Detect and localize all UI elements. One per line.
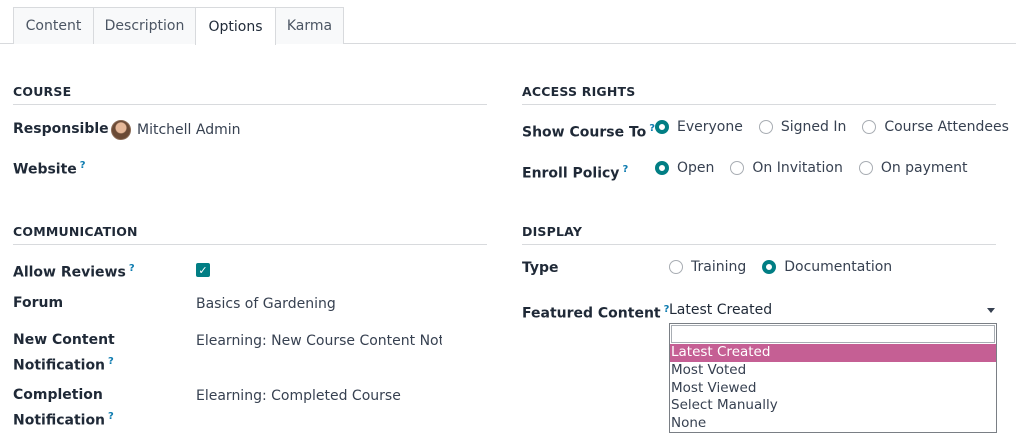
radio-checked-icon [762, 260, 777, 274]
featured-content-dropdown: Latest Created Most Voted Most Viewed Se… [669, 323, 997, 433]
help-icon[interactable]: ? [80, 160, 86, 171]
tab-options[interactable]: Options [195, 7, 276, 45]
radio-on-payment[interactable]: On payment [858, 160, 968, 176]
tab-content-label: Content [25, 18, 82, 34]
allow-reviews-checkbox[interactable]: ✓ [196, 263, 210, 277]
radio-everyone[interactable]: Everyone [655, 119, 743, 135]
enroll-policy-label: Enroll Policy? [522, 164, 629, 182]
help-icon[interactable]: ? [622, 164, 628, 175]
section-access-rights-title: ACCESS RIGHTS [522, 84, 996, 105]
option-latest-created[interactable]: Latest Created [670, 344, 996, 362]
option-select-manually[interactable]: Select Manually [670, 397, 996, 415]
responsible-value[interactable]: Mitchell Admin [137, 120, 241, 140]
forum-label: Forum [13, 295, 64, 311]
avatar [111, 120, 131, 140]
tab-karma[interactable]: Karma [275, 7, 344, 44]
forum-value[interactable]: Basics of Gardening [196, 294, 446, 314]
website-label: Website? [13, 160, 86, 178]
type-label: Type [522, 260, 559, 276]
option-none[interactable]: None [670, 415, 996, 433]
help-icon[interactable]: ? [129, 263, 135, 274]
featured-content-value: Latest Created [669, 302, 773, 318]
completion-notification-value[interactable]: Elearning: Completed Course [196, 386, 446, 406]
radio-unchecked-icon [669, 260, 683, 274]
tab-karma-label: Karma [286, 18, 333, 34]
radio-documentation[interactable]: Documentation [762, 259, 892, 275]
radio-signed-in[interactable]: Signed In [758, 119, 847, 135]
completion-notification-label: Completion Notification? [13, 387, 114, 429]
tab-description[interactable]: Description [93, 7, 196, 44]
radio-label: On Invitation [752, 160, 843, 176]
dropdown-search-input[interactable] [671, 325, 995, 343]
allow-reviews-label: Allow Reviews? [13, 263, 135, 281]
responsible-label: Responsible [13, 121, 109, 137]
radio-training[interactable]: Training [669, 259, 746, 275]
section-communication-title: COMMUNICATION [13, 224, 487, 245]
radio-unchecked-icon [758, 120, 773, 134]
option-most-viewed[interactable]: Most Viewed [670, 380, 996, 398]
new-content-notification-label: New Content Notification? [13, 332, 115, 374]
caret-down-icon [987, 308, 995, 313]
option-most-voted[interactable]: Most Voted [670, 362, 996, 380]
enroll-policy-radio-group: Open On Invitation On payment [655, 160, 984, 176]
radio-open[interactable]: Open [655, 160, 714, 176]
radio-label: Open [677, 160, 715, 176]
help-icon[interactable]: ? [108, 411, 114, 422]
featured-content-select[interactable]: Latest Created [669, 300, 997, 322]
radio-course-attendees[interactable]: Course Attendees [862, 119, 1009, 135]
radio-checked-icon [655, 120, 669, 134]
notebook-tabs: Content Description Options Karma [0, 0, 1016, 45]
radio-unchecked-icon [858, 161, 873, 175]
dropdown-options-list: Latest Created Most Voted Most Viewed Se… [670, 344, 996, 433]
radio-label: Signed In [780, 119, 847, 135]
radio-checked-icon [655, 161, 669, 175]
section-display-title: DISPLAY [522, 224, 996, 245]
show-course-to-label: Show Course To? [522, 123, 656, 141]
radio-unchecked-icon [730, 161, 745, 175]
tab-content[interactable]: Content [13, 7, 94, 44]
featured-content-label: Featured Content? [522, 304, 670, 322]
radio-unchecked-icon [862, 120, 877, 134]
radio-label: Course Attendees [884, 119, 1009, 135]
radio-label: Everyone [677, 119, 743, 135]
tab-options-label: Options [208, 18, 263, 35]
radio-label: On payment [880, 160, 968, 176]
type-radio-group: Training Documentation [669, 259, 908, 275]
section-course-title: COURSE [13, 84, 487, 105]
help-icon[interactable]: ? [108, 356, 114, 367]
radio-label: Training [691, 259, 747, 275]
new-content-notification-value[interactable]: Elearning: New Course Content Notificati… [196, 331, 442, 351]
tab-description-label: Description [104, 18, 185, 34]
show-course-to-radio-group: Everyone Signed In Course Attendees [655, 119, 1016, 135]
radio-on-invitation[interactable]: On Invitation [730, 160, 843, 176]
radio-label: Documentation [784, 259, 893, 275]
